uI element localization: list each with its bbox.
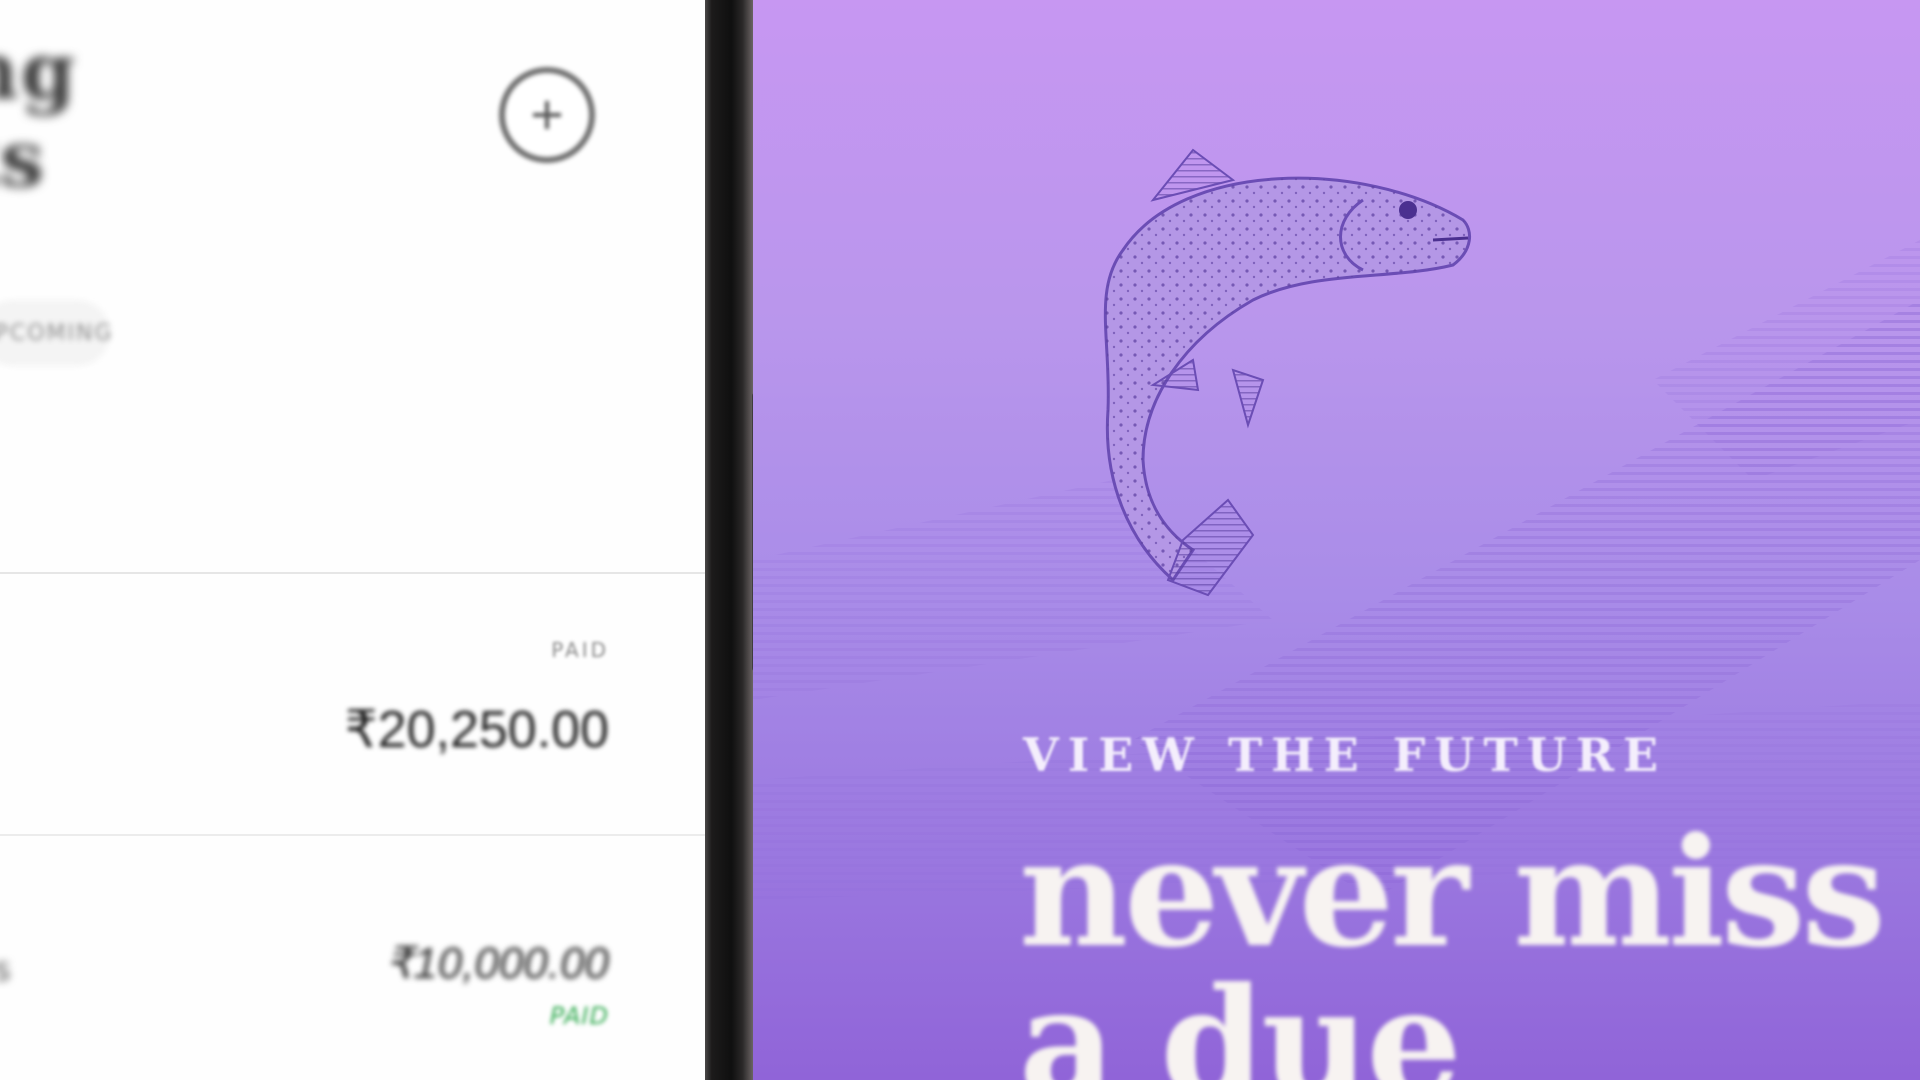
right-app-screen: VIEW THE FUTURE never miss a due: [753, 0, 1920, 1080]
filter-chip-label: UPCOMING: [0, 320, 114, 346]
row-label-fragment: s: [0, 950, 11, 988]
headline-line1: never miss: [1019, 805, 1886, 981]
filter-chip[interactable]: UPCOMING: [0, 300, 112, 366]
payment-status: PAID: [549, 1002, 609, 1030]
payment-amount: ₹20,250.00: [344, 701, 609, 759]
tagline: VIEW THE FUTURE: [1023, 728, 1668, 782]
payment-amount: ₹10,000.00: [385, 939, 609, 988]
scene: ng ts UPCOMING PAID ₹20,250.00 s ₹10,000…: [0, 0, 1920, 1080]
page-title-line1: ng: [0, 26, 78, 117]
fish-illustration: [1103, 148, 1472, 597]
page-title: ng ts: [0, 28, 77, 204]
divider: [0, 834, 705, 836]
page-title-line2: ts: [0, 114, 46, 205]
add-button[interactable]: [499, 67, 595, 163]
phone-bezel: [705, 0, 753, 1080]
left-app-screen: ng ts UPCOMING PAID ₹20,250.00 s ₹10,000…: [0, 0, 705, 1080]
headline: never miss a due: [1019, 805, 1886, 1080]
payment-status: PAID: [551, 638, 609, 662]
headline-line2: a due: [1019, 955, 1462, 1080]
divider: [0, 572, 705, 574]
